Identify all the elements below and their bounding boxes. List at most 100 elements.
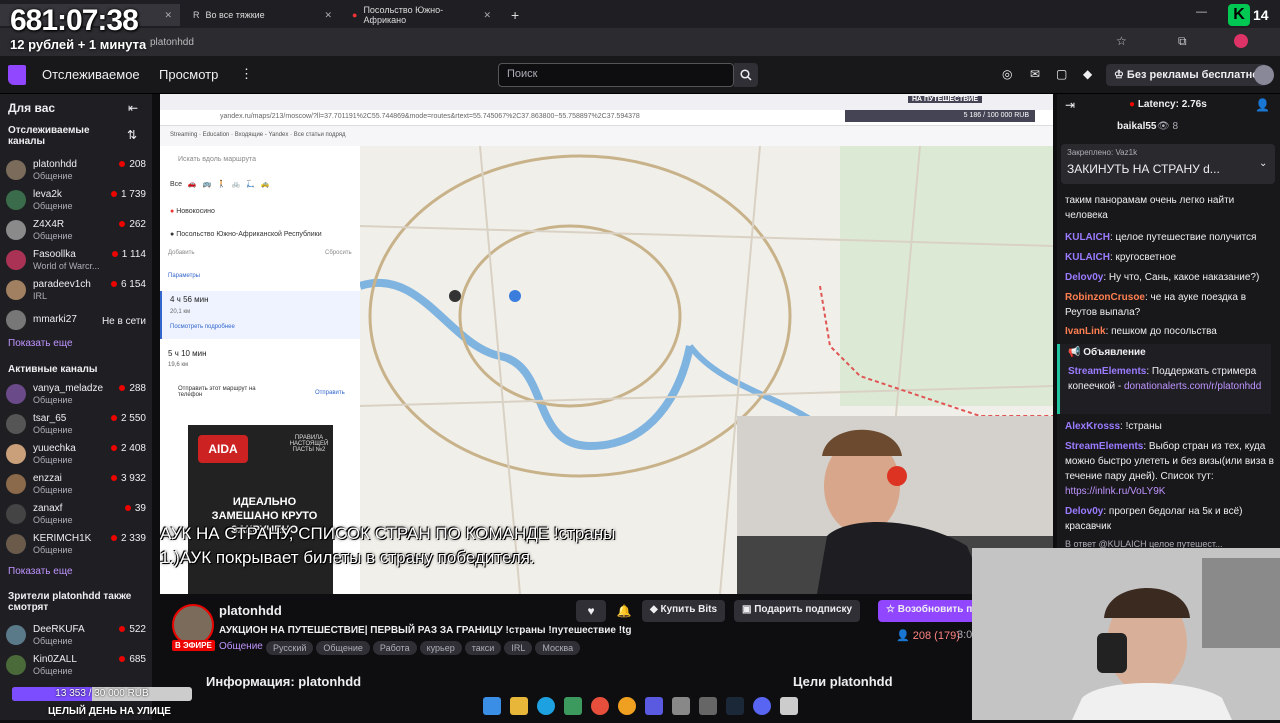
whispers-icon[interactable]: ▢: [1056, 67, 1067, 81]
chat-username[interactable]: Delov0y: [1065, 506, 1103, 517]
minimize-icon[interactable]: —: [1196, 6, 1207, 18]
prime-icon[interactable]: ◎: [1002, 67, 1012, 81]
route-reset[interactable]: Сбросить: [325, 250, 352, 256]
recommended-channel[interactable]: DeeRKUFA Общение 522: [6, 622, 146, 652]
buy-bits-button[interactable]: ◆ Купить Bits: [642, 600, 726, 622]
chat-username[interactable]: KULAICH: [1065, 232, 1110, 243]
followed-channel[interactable]: mmarki27 Не в сети: [6, 307, 146, 337]
tag[interactable]: такси: [464, 641, 502, 655]
show-more-active[interactable]: Показать еще: [8, 566, 73, 577]
followed-channel[interactable]: paradeev1ch IRL 6 154: [6, 277, 146, 307]
route-search-input[interactable]: Искать вдоль маршрута: [178, 156, 338, 163]
active-channel[interactable]: enzzai Общение 3 932: [6, 471, 146, 501]
nav-browse[interactable]: Просмотр: [159, 67, 218, 82]
route-add[interactable]: Добавить: [168, 250, 195, 256]
active-channel[interactable]: KERIMCH1K Общение 2 339: [6, 531, 146, 561]
star-icon[interactable]: ☆: [1116, 34, 1127, 48]
calculator-icon[interactable]: [779, 697, 798, 715]
tag[interactable]: Москва: [535, 641, 581, 655]
channel-name[interactable]: platonhdd: [219, 603, 282, 618]
chat-username[interactable]: Delov0y: [1065, 272, 1103, 283]
chat-username[interactable]: RobinzonCrusoe: [1065, 292, 1145, 303]
sort-icon[interactable]: ⇅: [127, 128, 137, 142]
tag[interactable]: IRL: [504, 641, 533, 655]
app-icon[interactable]: [563, 697, 582, 715]
active-channel[interactable]: vanya_meladze Общение 288: [6, 381, 146, 411]
chat-username[interactable]: KULAICH: [1065, 252, 1110, 263]
close-icon[interactable]: ✕: [483, 10, 491, 21]
address-bar[interactable]: platonhdd: [0, 28, 1280, 56]
viewer-count: 685: [119, 654, 146, 665]
active-channel[interactable]: yuuechka Общение 2 408: [6, 441, 146, 471]
viewer-count: 522: [119, 624, 146, 635]
chart-app-icon[interactable]: [644, 697, 663, 715]
close-icon[interactable]: ✕: [324, 10, 332, 21]
route-details-link[interactable]: Посмотреть подробнее: [170, 324, 235, 330]
send-route-button[interactable]: Отправить: [315, 390, 345, 396]
close-icon[interactable]: ✕: [164, 10, 172, 21]
expand-icon[interactable]: ⇥: [1065, 98, 1075, 112]
search-icon[interactable]: [734, 63, 758, 87]
no-ads-button[interactable]: ♔ Без рекламы бесплатно: [1106, 64, 1268, 86]
steam-icon[interactable]: [725, 697, 744, 715]
chat-username[interactable]: StreamElements: [1065, 441, 1143, 452]
route-to[interactable]: ● Посольство Южно-Африканской Республики: [170, 231, 322, 238]
followed-channel[interactable]: Z4X4R Общение 262: [6, 217, 146, 247]
app-icon[interactable]: [617, 697, 636, 715]
app-icon[interactable]: [698, 697, 717, 715]
route-params[interactable]: Параметры: [168, 273, 200, 279]
collapse-icon[interactable]: ⇤: [128, 101, 138, 115]
bits-icon[interactable]: ◆: [1083, 67, 1092, 81]
new-tab-button[interactable]: +: [503, 4, 523, 26]
live-dot-icon: [110, 281, 117, 287]
followed-channel[interactable]: Fasoollka World of Warcr... 1 114: [6, 247, 146, 277]
edge-icon[interactable]: [536, 697, 555, 715]
chrome-icon[interactable]: [590, 697, 609, 715]
settings-icon[interactable]: [671, 697, 690, 715]
more-icon[interactable]: ⋮: [240, 66, 253, 82]
active-channel[interactable]: zanaxf Общение 39: [6, 501, 146, 531]
user-avatar[interactable]: [1254, 65, 1274, 85]
video-player[interactable]: НА ПУТЕШЕСТВИЕ yandex.ru/maps/213/moscow…: [160, 94, 1053, 594]
browser-tab[interactable]: R Во все тяжкие ✕: [185, 4, 340, 26]
route-from[interactable]: ● Новокосино: [170, 208, 215, 215]
start-icon[interactable]: [482, 697, 501, 715]
nav-following[interactable]: Отслеживаемое: [42, 67, 140, 82]
inbox-icon[interactable]: ✉: [1030, 67, 1040, 81]
crown-icon: ♔: [1114, 69, 1127, 81]
followed-channel[interactable]: leva2k Общение 1 739: [6, 187, 146, 217]
notification-bell-icon[interactable]: 🔔: [612, 600, 636, 622]
address-text[interactable]: platonhdd: [150, 37, 194, 48]
gift-sub-button[interactable]: ▣ Подарить подписку: [734, 600, 861, 622]
tag[interactable]: Общение: [316, 641, 370, 655]
show-more-followed[interactable]: Показать еще: [8, 338, 73, 349]
avatar: [6, 250, 26, 270]
tag[interactable]: Работа: [372, 641, 417, 655]
pinned-message[interactable]: Закреплено: Vaz1k ЗАКИНУТЬ НА СТРАНУ d..…: [1061, 144, 1275, 184]
resubscribe-button[interactable]: ☆ Возобновить по: [878, 600, 972, 622]
followed-channel[interactable]: platonhdd Общение 208: [6, 157, 146, 187]
active-channel[interactable]: tsar_65 Общение 2 550: [6, 411, 146, 441]
discord-icon[interactable]: [752, 697, 771, 715]
extensions-icon[interactable]: ⧉: [1178, 34, 1187, 49]
chat-username[interactable]: IvanLink: [1065, 326, 1106, 337]
twitch-logo-icon[interactable]: [8, 65, 26, 85]
countries-link[interactable]: https://inlnk.ru/VoLY9K: [1065, 486, 1165, 497]
follow-heart-icon[interactable]: ♥: [576, 600, 606, 622]
route-option-1[interactable]: 4 ч 56 мин 20,1 км Посмотреть подробнее: [160, 291, 360, 339]
sidebar: Для вас ⇤ Отслеживаемые каналы ⇅ platonh…: [0, 94, 152, 720]
tag[interactable]: курьер: [419, 641, 462, 655]
profile-avatar[interactable]: [1234, 34, 1248, 48]
users-icon[interactable]: 👤: [1255, 98, 1270, 112]
folder-icon[interactable]: [509, 697, 528, 715]
chat-username[interactable]: StreamElements: [1068, 366, 1146, 377]
browser-tab[interactable]: ● Посольство Южно-Африкано ✕: [344, 4, 499, 26]
chevron-down-icon[interactable]: ⌄: [1259, 158, 1267, 169]
tab-favicon-icon: R: [193, 10, 200, 20]
tag[interactable]: Русский: [266, 641, 314, 655]
search-input[interactable]: Поиск: [498, 63, 734, 87]
chat-username[interactable]: AlexKrosss: [1065, 421, 1120, 432]
recommended-channel[interactable]: Kin0ZALL Общение 685: [6, 652, 146, 682]
donation-link[interactable]: donationalerts.com/r/platonhdd: [1124, 381, 1261, 392]
stream-category[interactable]: Общение: [219, 641, 263, 652]
